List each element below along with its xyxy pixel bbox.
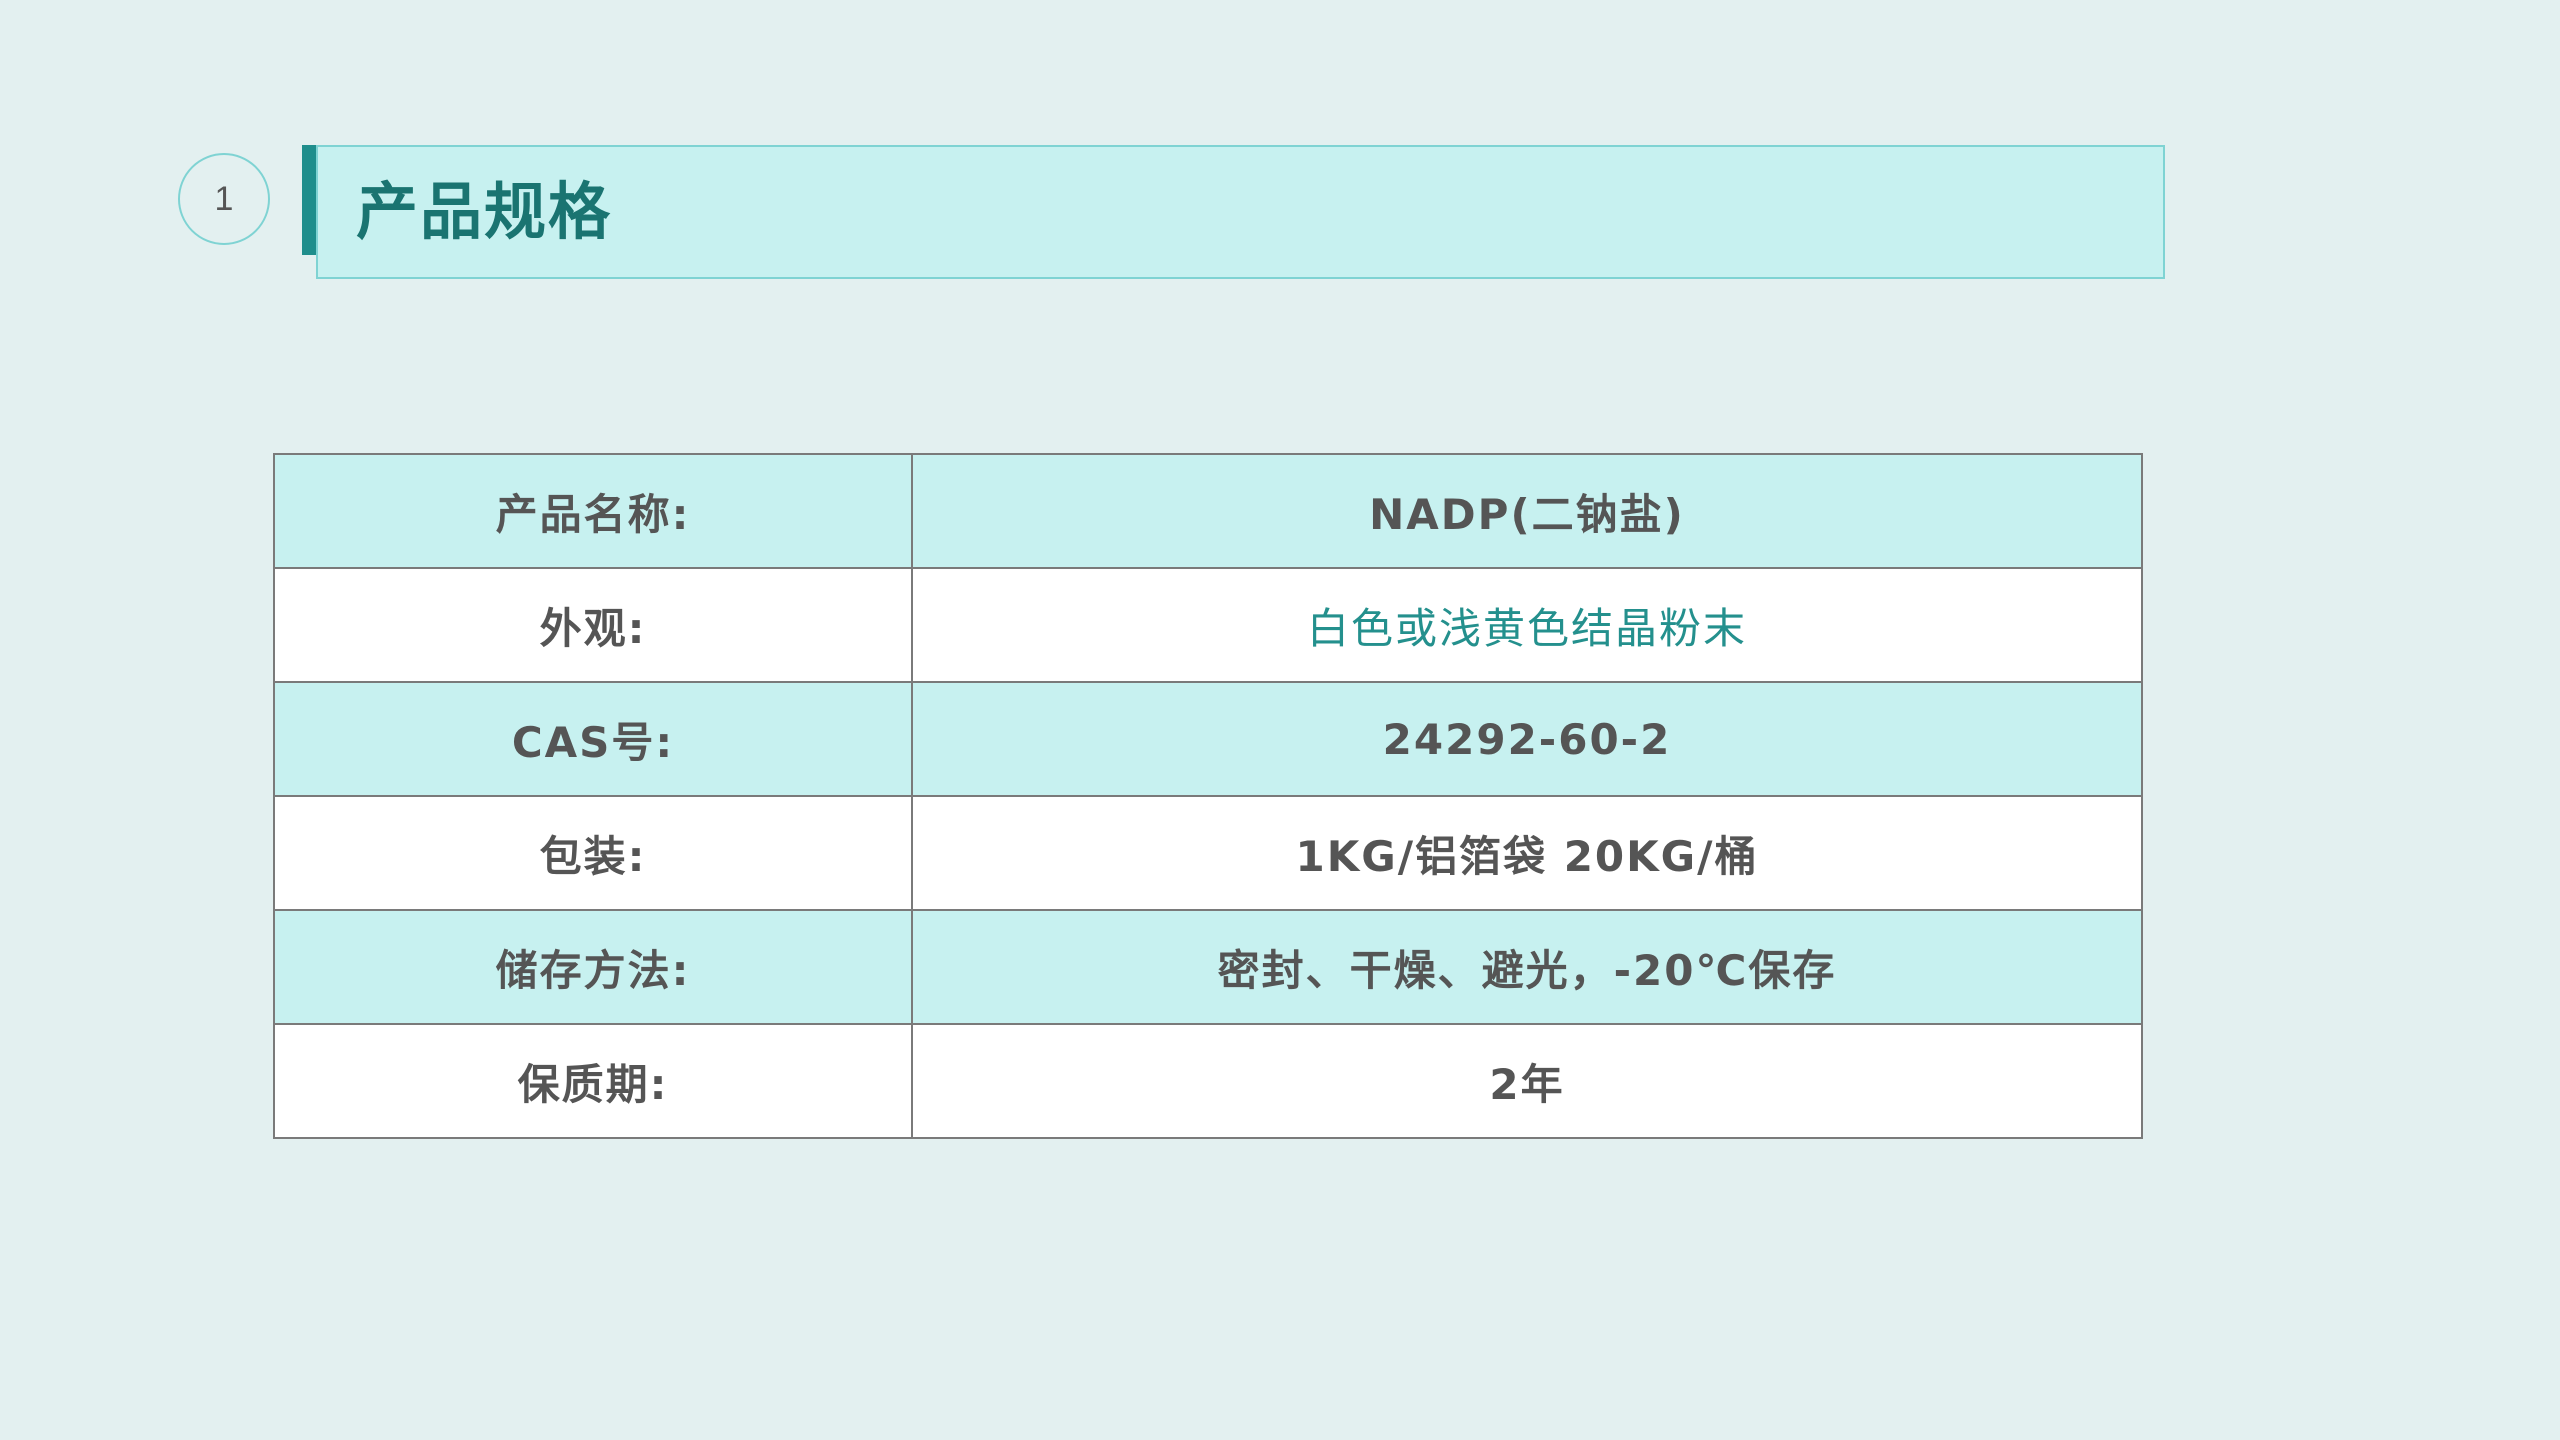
table-row: 储存方法: 密封、干燥、避光，-20℃保存 xyxy=(273,909,2143,1025)
row-value-appearance: 白色或浅黄色结晶粉末 xyxy=(911,567,2143,683)
row-value-cas: 24292-60-2 xyxy=(911,681,2143,797)
row-value-storage: 密封、干燥、避光，-20℃保存 xyxy=(911,909,2143,1025)
row-label-appearance: 外观: xyxy=(273,567,913,683)
row-value-packaging: 1KG/铝箔袋 20KG/桶 xyxy=(911,795,2143,911)
row-label-storage: 储存方法: xyxy=(273,909,913,1025)
row-value-shelf-life: 2年 xyxy=(911,1023,2143,1139)
page-title: 产品规格 xyxy=(356,175,613,248)
table-row: 外观: 白色或浅黄色结晶粉末 xyxy=(273,567,2143,683)
table-row: 保质期: 2年 xyxy=(273,1023,2143,1139)
spec-table: 产品名称: NADP(二钠盐) 外观: 白色或浅黄色结晶粉末 CAS号: 242… xyxy=(273,453,2143,1139)
table-row: 包装: 1KG/铝箔袋 20KG/桶 xyxy=(273,795,2143,911)
title-accent-stripe xyxy=(302,145,316,255)
row-value-product-name: NADP(二钠盐) xyxy=(911,453,2143,569)
row-label-shelf-life: 保质期: xyxy=(273,1023,913,1139)
table-row: 产品名称: NADP(二钠盐) xyxy=(273,453,2143,569)
row-label-product-name: 产品名称: xyxy=(273,453,913,569)
table-row: CAS号: 24292-60-2 xyxy=(273,681,2143,797)
section-number-badge: 1 xyxy=(178,153,270,245)
row-label-packaging: 包装: xyxy=(273,795,913,911)
row-label-cas: CAS号: xyxy=(273,681,913,797)
